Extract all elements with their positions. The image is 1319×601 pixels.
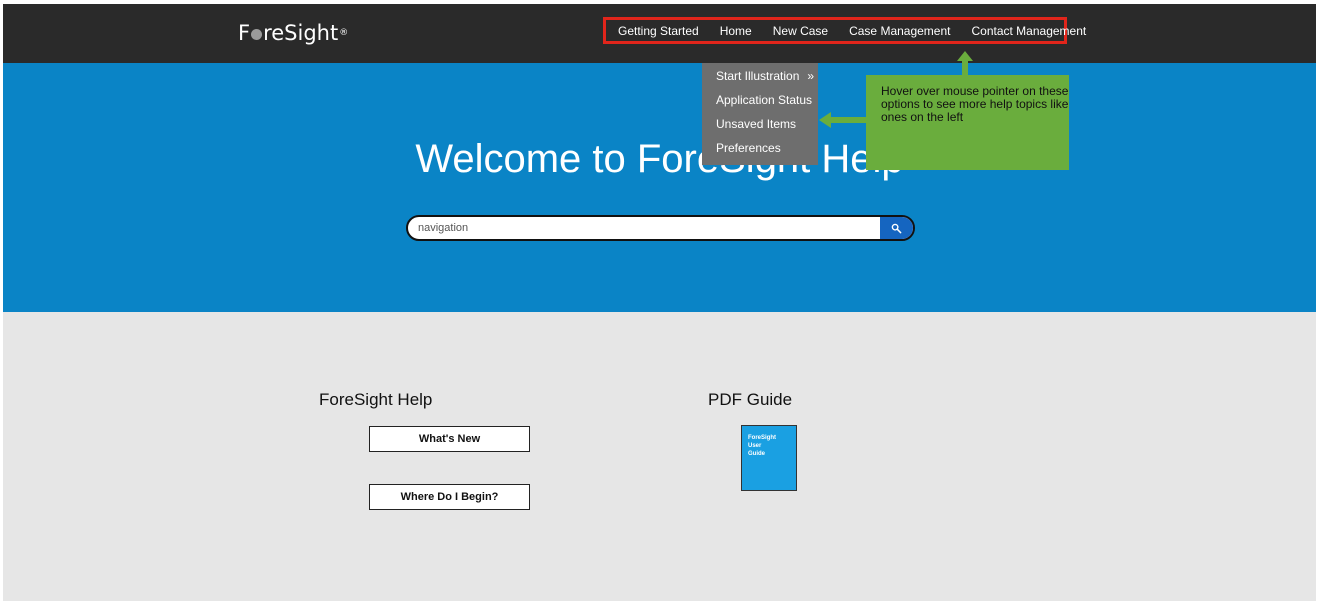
- logo-text-end: reSight: [263, 21, 339, 45]
- nav-home[interactable]: Home: [720, 24, 752, 38]
- whats-new-button[interactable]: What's New: [369, 426, 530, 452]
- callout-arrow-left-icon: [819, 112, 867, 128]
- search-button[interactable]: [880, 217, 913, 239]
- main-nav: Getting Started Home New Case Case Manag…: [603, 17, 1086, 44]
- book-line-1: ForeSight: [748, 435, 776, 441]
- hero-banner: Welcome to ForeSight Help: [3, 63, 1316, 312]
- page-frame: FreSight ® Getting Started Home New Case …: [3, 4, 1316, 601]
- nav-contact-management[interactable]: Contact Management: [971, 24, 1086, 38]
- foresight-logo[interactable]: FreSight ®: [238, 18, 348, 48]
- book-line-3: Guide: [748, 451, 766, 457]
- menu-item-unsaved-items[interactable]: Unsaved Items: [702, 118, 818, 142]
- callout-arrow-up-icon: [957, 51, 973, 76]
- nav-new-case[interactable]: New Case: [773, 24, 828, 38]
- pdf-guide-book-icon[interactable]: ForeSight User Guide: [741, 425, 797, 491]
- submenu-arrow-icon: »: [807, 69, 814, 83]
- logo-dot-icon: [251, 28, 263, 40]
- menu-item-label: Start Illustration: [716, 69, 800, 83]
- pdf-guide-heading: PDF Guide: [708, 390, 793, 409]
- nav-case-management[interactable]: Case Management: [849, 24, 950, 38]
- where-do-i-begin-button[interactable]: Where Do I Begin?: [369, 484, 530, 510]
- logo-text-start: F: [238, 21, 251, 45]
- home-dropdown-menu: Start Illustration » Application Status …: [702, 63, 818, 165]
- search-icon: [891, 223, 902, 233]
- nav-getting-started[interactable]: Getting Started: [618, 24, 699, 38]
- search-input[interactable]: [418, 217, 878, 239]
- menu-item-application-status[interactable]: Application Status: [702, 94, 818, 118]
- help-content-section: ForeSight Help What's New Where Do I Beg…: [3, 312, 1316, 601]
- menu-item-start-illustration[interactable]: Start Illustration »: [702, 70, 818, 94]
- top-navigation-bar: FreSight ® Getting Started Home New Case …: [3, 4, 1316, 63]
- menu-item-preferences[interactable]: Preferences: [702, 142, 818, 166]
- foresight-help-heading: ForeSight Help: [319, 390, 433, 409]
- hero-title: Welcome to ForeSight Help: [415, 137, 904, 181]
- help-callout: Hover over mouse pointer on these option…: [866, 75, 1069, 170]
- search-bar: [406, 215, 915, 241]
- registered-mark: ®: [339, 28, 349, 38]
- book-line-2: User: [748, 443, 762, 449]
